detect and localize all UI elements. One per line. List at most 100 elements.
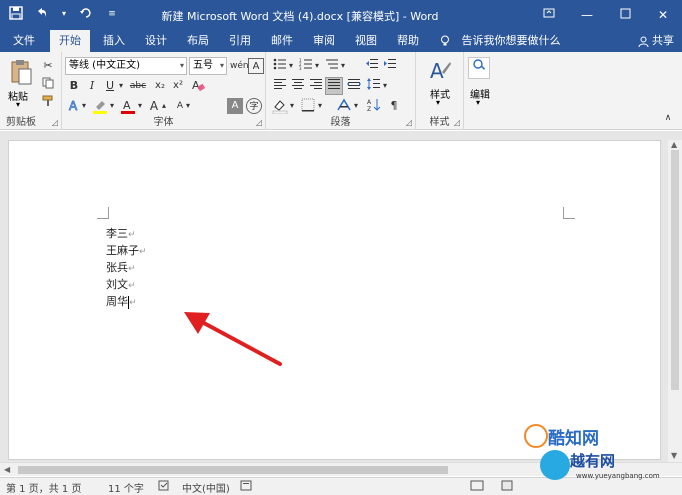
highlight-icon[interactable] (92, 98, 108, 114)
increase-indent-icon[interactable] (382, 58, 398, 74)
grow-font-caret-icon[interactable]: ▴ (160, 98, 168, 114)
chinese-layout-dropdown-icon[interactable]: ▾ (352, 98, 360, 114)
text-line[interactable]: 刘文↵ (106, 277, 136, 293)
strikethrough-icon[interactable]: abc (128, 78, 148, 94)
text-line[interactable]: 张兵↵ (106, 260, 136, 276)
text-effects-dropdown-icon[interactable]: ▾ (80, 98, 88, 114)
tab-home[interactable]: 开始 (50, 30, 90, 52)
styles-launcher-icon[interactable]: ◿ (454, 118, 460, 127)
align-right-icon[interactable] (308, 78, 324, 94)
sort-icon[interactable]: AZ (366, 98, 382, 114)
borders-dropdown-icon[interactable]: ▾ (316, 98, 324, 114)
font-name-box[interactable]: 等线 (中文正文) ▾ (65, 57, 187, 75)
char-border-icon[interactable]: A (248, 58, 264, 74)
undo-dropdown-icon[interactable]: ▾ (60, 6, 68, 22)
font-color-icon[interactable]: A (120, 98, 136, 114)
font-color-dropdown-icon[interactable]: ▾ (136, 98, 144, 114)
align-center-icon[interactable] (290, 78, 306, 94)
clear-format-icon[interactable]: A (190, 78, 206, 94)
scroll-up-icon[interactable]: ▲ (671, 140, 677, 149)
chinese-layout-icon[interactable] (336, 98, 352, 114)
read-mode-icon[interactable] (470, 480, 484, 494)
multilevel-list-icon[interactable] (324, 58, 340, 74)
change-case-icon[interactable]: wén (230, 58, 249, 74)
save-icon[interactable] (8, 6, 24, 22)
tab-review[interactable]: 审阅 (308, 30, 340, 52)
paragraph-launcher-icon[interactable]: ◿ (406, 118, 412, 127)
text-line[interactable]: 王麻子↵ (106, 243, 147, 259)
shading-icon[interactable] (272, 98, 288, 115)
font-size-dropdown-icon[interactable]: ▾ (220, 58, 224, 74)
font-launcher-icon[interactable]: ◿ (256, 118, 262, 127)
font-size-box[interactable]: 五号 ▾ (189, 57, 227, 75)
font-name-dropdown-icon[interactable]: ▾ (180, 58, 184, 74)
italic-icon[interactable]: I (84, 78, 100, 94)
find-icon[interactable] (468, 57, 490, 79)
styles-icon[interactable]: A (428, 58, 452, 83)
bullets-dropdown-icon[interactable]: ▾ (287, 58, 295, 74)
underline-icon[interactable]: U (102, 78, 118, 94)
shrink-font-caret-icon[interactable]: ▾ (184, 98, 192, 114)
decrease-indent-icon[interactable] (364, 58, 380, 74)
show-marks-icon[interactable]: ¶ (386, 98, 402, 114)
text-line[interactable]: 周华↵ (106, 294, 137, 310)
bold-icon[interactable]: B (66, 78, 82, 94)
word-count[interactable]: 11 个字 (108, 480, 144, 495)
maximize-icon[interactable] (606, 0, 644, 30)
char-shading-icon[interactable]: A (227, 98, 243, 114)
minimize-icon[interactable]: — (568, 0, 606, 30)
vertical-scrollbar[interactable]: ▲ ▼ (668, 140, 682, 462)
ribbon-display-icon[interactable] (530, 0, 568, 30)
distributed-icon[interactable] (346, 78, 362, 94)
editing-dropdown-icon[interactable]: ▾ (476, 98, 480, 107)
vertical-scroll-thumb[interactable] (671, 150, 679, 390)
paste-dropdown-icon[interactable]: ▾ (16, 100, 20, 109)
proofing-icon[interactable] (158, 480, 170, 494)
watermark-logo-1: 酷知网 (524, 424, 599, 449)
highlight-dropdown-icon[interactable]: ▾ (108, 98, 116, 114)
numbering-icon[interactable]: 123 (298, 58, 314, 74)
enclose-char-icon[interactable]: 字 (246, 98, 262, 114)
tab-references[interactable]: 引用 (224, 30, 256, 52)
clipboard-launcher-icon[interactable]: ◿ (52, 118, 58, 127)
underline-dropdown-icon[interactable]: ▾ (117, 78, 125, 94)
paste-icon[interactable] (8, 58, 34, 86)
tab-layout[interactable]: 布局 (182, 30, 214, 52)
cut-icon[interactable]: ✂ (40, 58, 56, 74)
undo-icon[interactable] (34, 6, 50, 22)
collapse-ribbon-icon[interactable]: ∧ (660, 110, 676, 126)
subscript-icon[interactable]: x₂ (152, 78, 168, 94)
print-layout-icon[interactable] (500, 480, 514, 494)
borders-icon[interactable] (300, 98, 316, 114)
line-spacing-dropdown-icon[interactable]: ▾ (381, 78, 389, 94)
line-spacing-icon[interactable] (366, 78, 382, 94)
share-button[interactable]: 共享 (638, 30, 674, 52)
macro-icon[interactable] (240, 480, 252, 494)
styles-dropdown-icon[interactable]: ▾ (436, 98, 440, 107)
tab-design[interactable]: 设计 (140, 30, 172, 52)
superscript-icon[interactable]: x² (170, 78, 186, 94)
scroll-left-icon[interactable]: ◀ (4, 465, 10, 474)
language[interactable]: 中文(中国) (182, 480, 230, 495)
tab-help[interactable]: 帮助 (392, 30, 424, 52)
text-line[interactable]: 李三↵ (106, 226, 136, 242)
format-painter-icon[interactable] (40, 95, 56, 111)
close-icon[interactable]: ✕ (644, 0, 682, 30)
justify-icon[interactable] (325, 77, 343, 95)
horizontal-scroll-thumb[interactable] (18, 466, 448, 474)
customize-icon[interactable]: ≡ (104, 6, 120, 22)
multilevel-dropdown-icon[interactable]: ▾ (339, 58, 347, 74)
shading-dropdown-icon[interactable]: ▾ (288, 98, 296, 114)
bullets-icon[interactable] (272, 58, 288, 74)
numbering-dropdown-icon[interactable]: ▾ (313, 58, 321, 74)
tab-view[interactable]: 视图 (350, 30, 382, 52)
tab-mailings[interactable]: 邮件 (266, 30, 298, 52)
tab-file[interactable]: 文件 (8, 30, 40, 52)
tab-insert[interactable]: 插入 (98, 30, 130, 52)
redo-icon[interactable] (78, 6, 94, 22)
tell-me-box[interactable]: 告诉我你想要做什么 (440, 30, 561, 52)
copy-icon[interactable] (40, 77, 56, 93)
align-left-icon[interactable] (272, 78, 288, 94)
scroll-down-icon[interactable]: ▼ (671, 451, 677, 460)
page-count[interactable]: 第 1 页，共 1 页 (6, 480, 81, 495)
